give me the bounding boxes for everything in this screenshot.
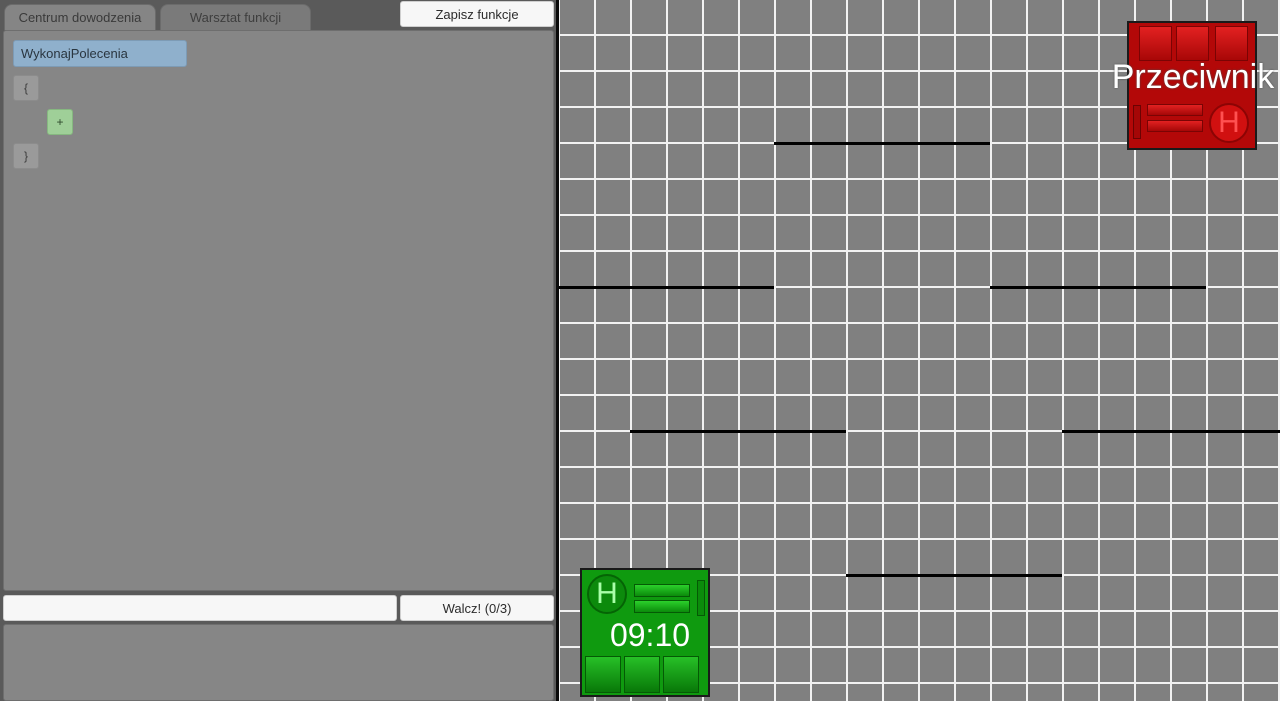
output-log-area xyxy=(3,624,554,701)
wall-segment xyxy=(990,286,1206,289)
player-flag-icon xyxy=(697,580,705,616)
enemy-health-bar xyxy=(1147,104,1203,116)
tab-command-center[interactable]: Centrum dowodzenia xyxy=(4,4,156,30)
wall-segment xyxy=(774,142,990,145)
open-brace-block[interactable]: { xyxy=(13,75,39,101)
save-functions-button[interactable]: Zapisz funkcje xyxy=(400,1,554,27)
player-h-badge-icon: H xyxy=(587,574,627,614)
code-editor-panel: Centrum dowodzenia Warsztat funkcji Zapi… xyxy=(0,0,556,701)
enemy-flag-icon xyxy=(1133,105,1141,139)
game-window: Centrum dowodzenia Warsztat funkcji Zapi… xyxy=(0,0,1280,701)
player-armor-block xyxy=(624,656,660,693)
player-armor-block xyxy=(585,656,621,693)
wall-segment xyxy=(630,430,846,433)
wall-segment xyxy=(846,574,1062,577)
tab-function-workshop[interactable]: Warsztat funkcji xyxy=(160,4,311,30)
command-input[interactable] xyxy=(3,595,397,621)
enemy-h-badge-icon: H xyxy=(1209,103,1249,143)
player-energy-bar xyxy=(634,600,690,613)
enemy-label: Przeciwnik xyxy=(1111,58,1275,96)
player-timer: 09:10 xyxy=(609,617,691,653)
code-editor-area[interactable]: WykonajPolecenia { + } xyxy=(3,30,554,591)
player-armor-block xyxy=(663,656,699,693)
enemy-armor-block xyxy=(1139,26,1172,61)
fight-button[interactable]: Walcz! (0/3) xyxy=(400,595,554,621)
player-tank: H 09:10 xyxy=(580,568,710,697)
enemy-armor-block xyxy=(1176,26,1209,61)
add-command-button[interactable]: + xyxy=(47,109,73,135)
close-brace-block[interactable]: } xyxy=(13,143,39,169)
enemy-armor-block xyxy=(1215,26,1248,61)
game-board[interactable]: H Przeciwnik H 09:10 xyxy=(559,0,1280,701)
function-name-block[interactable]: WykonajPolecenia xyxy=(13,40,187,67)
player-health-bar xyxy=(634,584,690,597)
wall-segment xyxy=(559,286,774,289)
enemy-energy-bar xyxy=(1147,120,1203,132)
wall-segment xyxy=(1062,430,1280,433)
